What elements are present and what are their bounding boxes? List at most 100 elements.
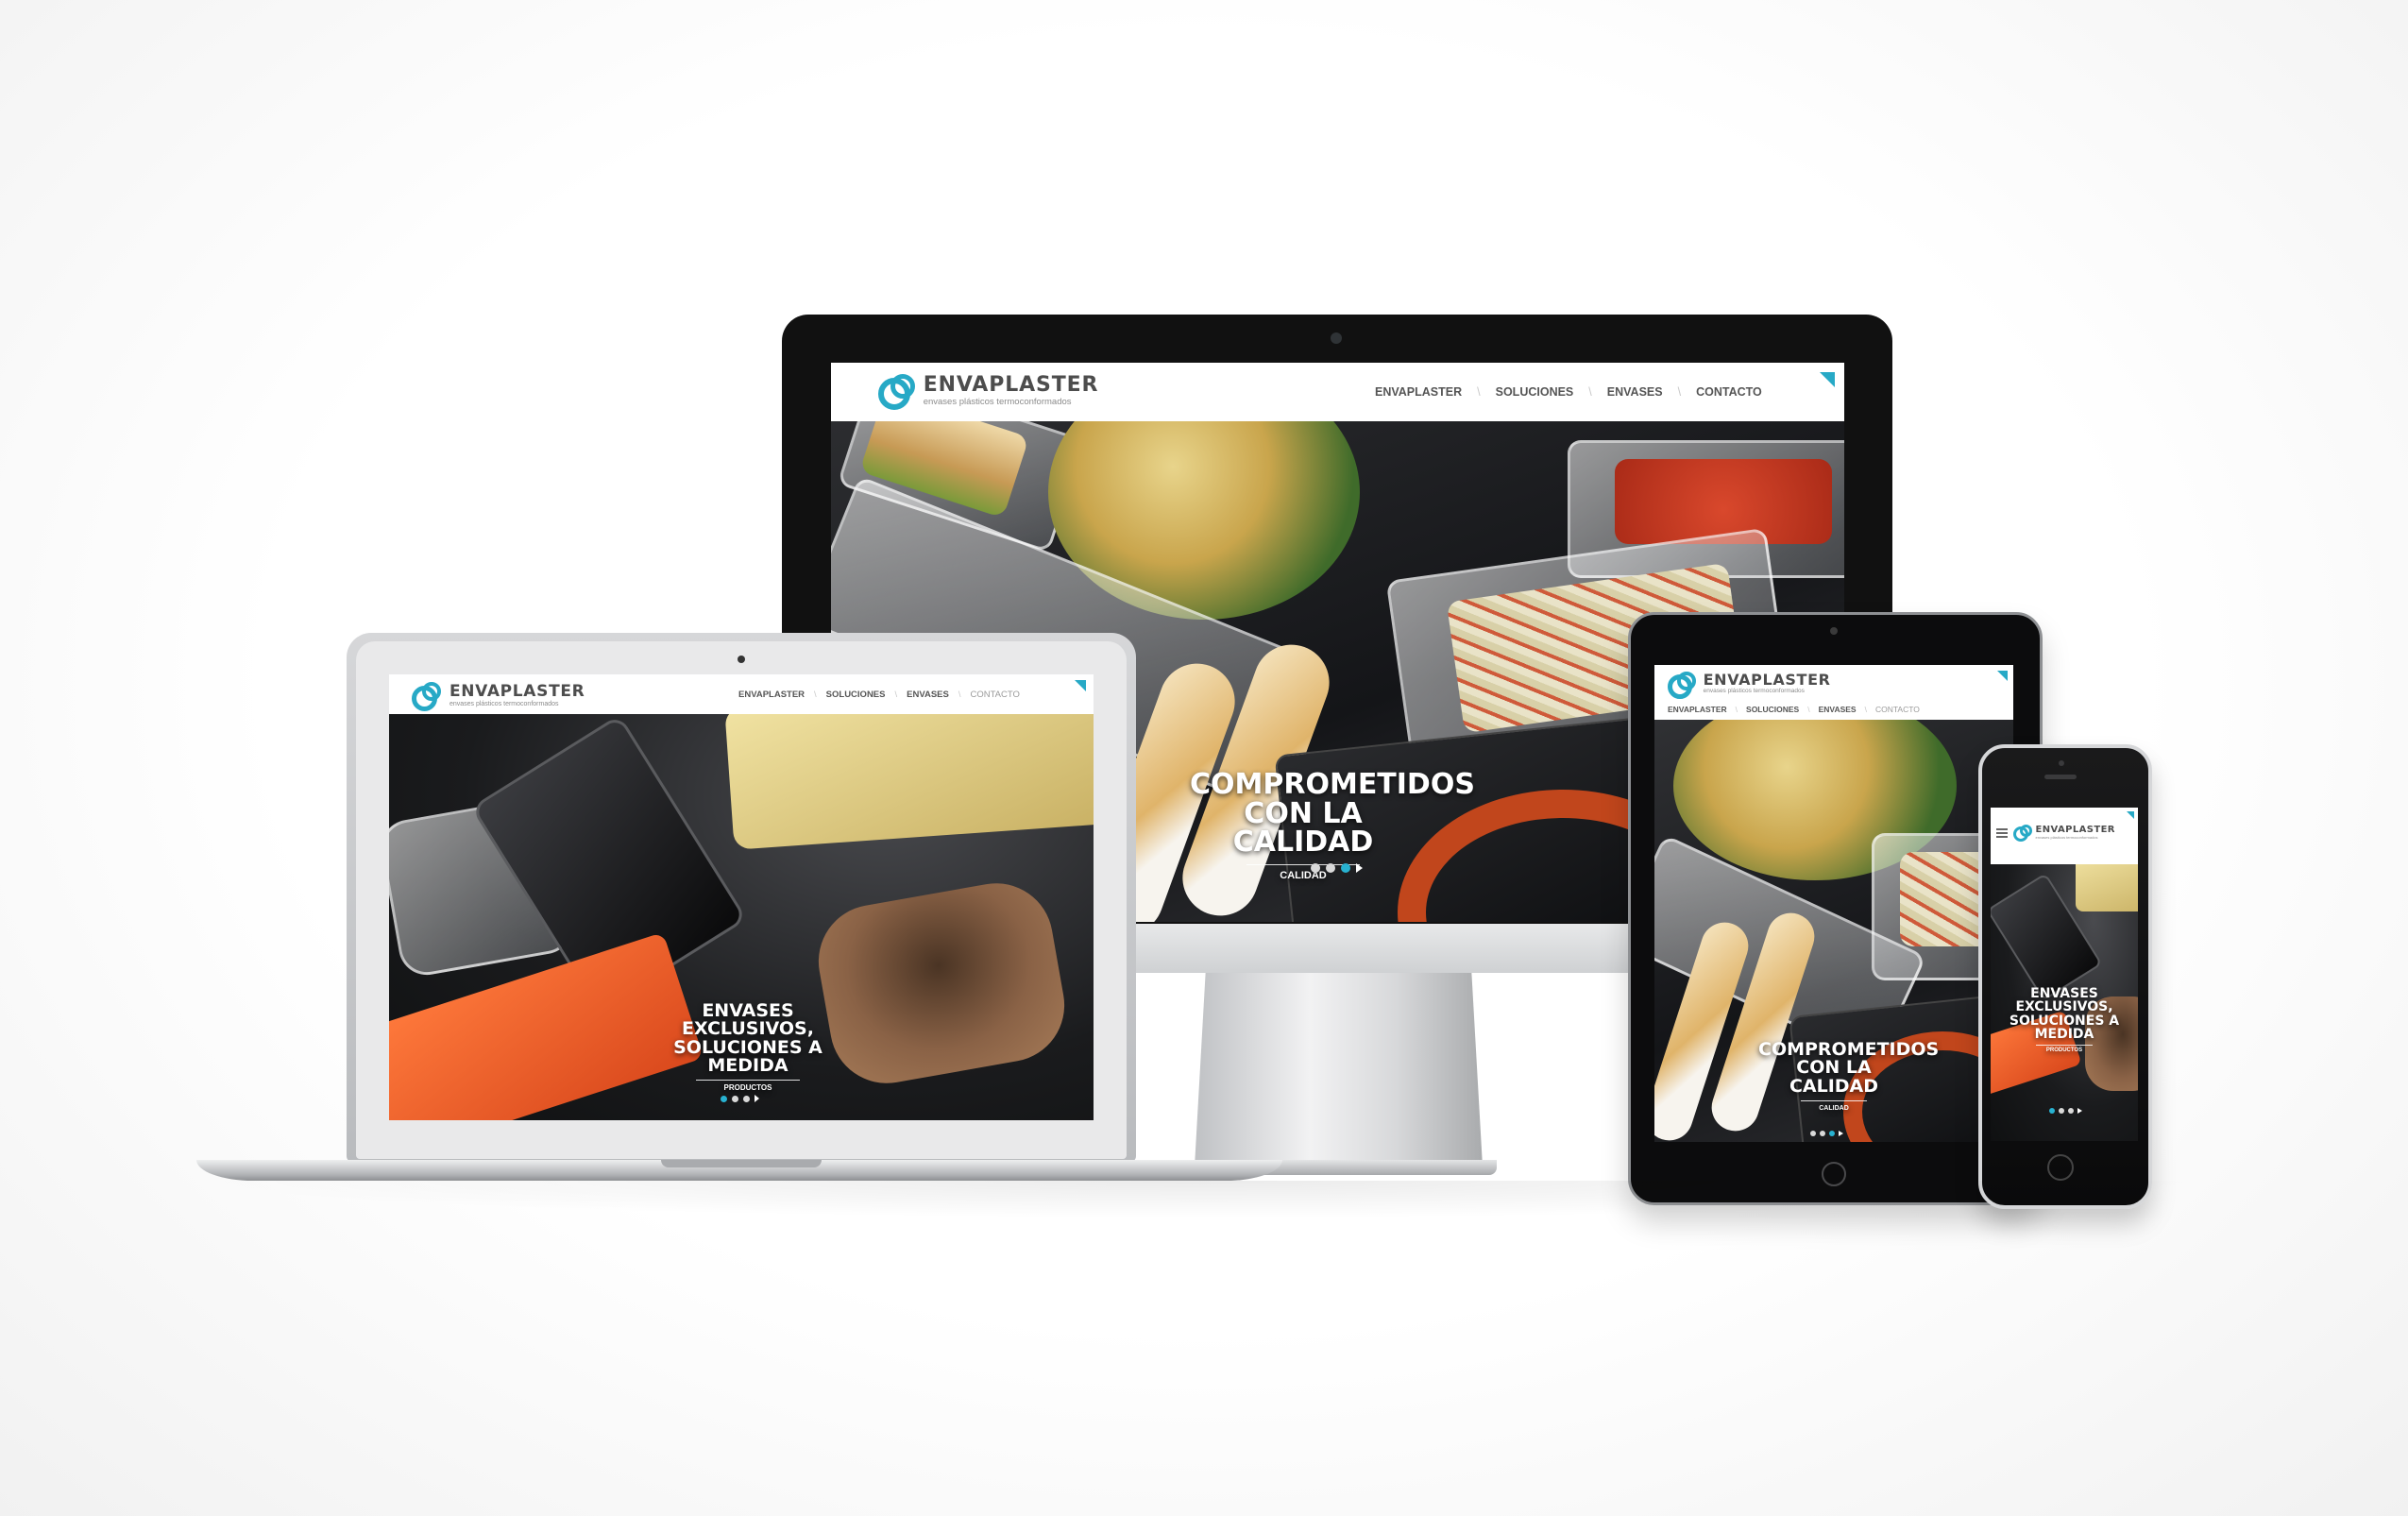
floor-shadow bbox=[189, 1181, 2219, 1218]
slider-dot[interactable] bbox=[732, 1095, 738, 1102]
caption-line-1: ENVASES EXCLUSIVOS, bbox=[2015, 986, 2113, 1015]
nav-item-contacto[interactable]: CONTACTO bbox=[1875, 705, 1920, 714]
logo-tagline: envases plásticos termoconformados bbox=[449, 700, 559, 707]
camera-icon bbox=[2059, 760, 2064, 766]
cp-monogram-icon bbox=[2013, 825, 2032, 842]
hero-slider: COMPROMETIDOS CON LA CALIDAD CALIDAD bbox=[1654, 720, 2013, 1142]
laptop-screen: ENVAPLASTER envases plásticos termoconfo… bbox=[389, 674, 1094, 1120]
nav-item-soluciones[interactable]: SOLUCIONES bbox=[826, 690, 886, 700]
caption-line-2: SOLUCIONES A MEDIDA bbox=[2009, 1013, 2120, 1042]
caption-link[interactable]: CALIDAD bbox=[1758, 1105, 1909, 1112]
nav-separator: \ bbox=[1807, 705, 1810, 714]
phone-speaker bbox=[2044, 775, 2077, 779]
nav-separator: \ bbox=[1477, 385, 1481, 399]
logo[interactable]: ENVAPLASTER envases plásticos termoconfo… bbox=[878, 373, 1099, 410]
nav-item-envaplaster[interactable]: ENVAPLASTER bbox=[1668, 705, 1727, 714]
slider-dots bbox=[1311, 863, 1363, 873]
slider-dots bbox=[1810, 1131, 1843, 1136]
hamburger-menu-icon[interactable] bbox=[1996, 828, 2008, 838]
caption-link[interactable]: PRODUCTOS bbox=[1994, 1048, 2134, 1053]
site-header: ENVAPLASTER envases plásticos termoconfo… bbox=[389, 674, 1094, 714]
logo-name: ENVAPLASTER bbox=[923, 373, 1099, 398]
main-nav: ENVAPLASTER \ SOLUCIONES \ ENVASES \ CON… bbox=[738, 690, 1020, 700]
monitor-stand-neck bbox=[1195, 963, 1483, 1167]
yellow-tray bbox=[2076, 864, 2138, 911]
site-header: ENVAPLASTER envases plásticos termoconfo… bbox=[831, 363, 1844, 421]
slider-dot[interactable] bbox=[1820, 1131, 1825, 1136]
corner-ribbon-icon bbox=[1075, 680, 1086, 691]
slider-dot-active[interactable] bbox=[2049, 1108, 2055, 1114]
hero-slider: ENVASES EXCLUSIVOS, SOLUCIONES A MEDIDA … bbox=[389, 714, 1094, 1120]
slider-dots bbox=[2049, 1108, 2082, 1114]
slider-dot[interactable] bbox=[1311, 863, 1320, 873]
caption-line-1: ENVASES EXCLUSIVOS, bbox=[682, 1000, 814, 1040]
slider-dot[interactable] bbox=[2059, 1108, 2064, 1114]
caption-line-2: CON LA CALIDAD bbox=[1789, 1057, 1879, 1097]
play-arrow-icon[interactable] bbox=[755, 1095, 759, 1102]
nav-item-envaplaster[interactable]: ENVAPLASTER bbox=[1375, 385, 1462, 399]
corner-ribbon-icon bbox=[1997, 671, 2008, 681]
camera-icon bbox=[1830, 627, 1838, 635]
slider-dot-active[interactable] bbox=[1341, 863, 1350, 873]
hero-caption: COMPROMETIDOS CON LA CALIDAD CALIDAD bbox=[1190, 770, 1475, 882]
nav-item-soluciones[interactable]: SOLUCIONES bbox=[1746, 705, 1799, 714]
nav-separator: \ bbox=[1677, 385, 1682, 399]
yellow-tray bbox=[724, 714, 1094, 850]
logo-name: ENVAPLASTER bbox=[449, 681, 585, 701]
site-header: ENVAPLASTER envases plásticos termoconfo… bbox=[1991, 808, 2138, 864]
play-arrow-icon[interactable] bbox=[1839, 1131, 1843, 1136]
slider-dot[interactable] bbox=[1810, 1131, 1816, 1136]
slider-dot-active[interactable] bbox=[1829, 1131, 1835, 1136]
logo[interactable]: ENVAPLASTER envases plásticos termoconfo… bbox=[412, 681, 585, 711]
cp-monogram-icon bbox=[878, 374, 916, 410]
nav-item-envaplaster[interactable]: ENVAPLASTER bbox=[738, 690, 805, 700]
home-button-icon[interactable] bbox=[2047, 1154, 2074, 1181]
play-arrow-icon[interactable] bbox=[2077, 1108, 2082, 1114]
slider-dot[interactable] bbox=[2068, 1108, 2074, 1114]
logo-tagline: envases plásticos termoconformados bbox=[923, 397, 1072, 408]
caption-line-2: CON LA CALIDAD bbox=[1232, 796, 1374, 860]
cp-monogram-icon bbox=[1668, 672, 1698, 699]
camera-icon bbox=[1331, 332, 1342, 344]
nav-separator: \ bbox=[958, 690, 961, 700]
hero-slider: ENVASES EXCLUSIVOS, SOLUCIONES A MEDIDA … bbox=[1991, 864, 2138, 1141]
slider-dot[interactable] bbox=[743, 1095, 750, 1102]
hero-caption: ENVASES EXCLUSIVOS, SOLUCIONES A MEDIDA … bbox=[1994, 986, 2134, 1054]
cp-monogram-icon bbox=[412, 682, 444, 711]
corner-ribbon-icon bbox=[1820, 372, 1835, 387]
slider-dot-active[interactable] bbox=[721, 1095, 727, 1102]
nav-separator: \ bbox=[1864, 705, 1867, 714]
nav-separator: \ bbox=[814, 690, 817, 700]
site-header: ENVAPLASTER envases plásticos termoconfo… bbox=[1654, 665, 2013, 720]
nav-separator: \ bbox=[1588, 385, 1592, 399]
main-nav: ENVAPLASTER \ SOLUCIONES \ ENVASES \ CON… bbox=[1668, 705, 1920, 714]
nav-item-contacto[interactable]: CONTACTO bbox=[1696, 385, 1762, 399]
phone-screen: ENVAPLASTER envases plásticos termoconfo… bbox=[1991, 808, 2138, 1141]
logo-name: ENVAPLASTER bbox=[1703, 671, 1831, 690]
slider-dots bbox=[721, 1095, 759, 1102]
nav-item-contacto[interactable]: CONTACTO bbox=[970, 690, 1019, 700]
caption-link[interactable]: PRODUCTOS bbox=[635, 1083, 861, 1092]
slider-dot[interactable] bbox=[1326, 863, 1335, 873]
logo-tagline: envases plásticos termoconformados bbox=[2035, 835, 2098, 840]
caption-link[interactable]: CALIDAD bbox=[1190, 871, 1416, 881]
main-nav: ENVAPLASTER \ SOLUCIONES \ ENVASES \ CON… bbox=[1375, 385, 1762, 399]
hero-caption: COMPROMETIDOS CON LA CALIDAD CALIDAD bbox=[1758, 1040, 1939, 1112]
logo[interactable]: ENVAPLASTER envases plásticos termoconfo… bbox=[2013, 825, 2115, 842]
camera-icon bbox=[738, 656, 745, 663]
nav-item-soluciones[interactable]: SOLUCIONES bbox=[1496, 385, 1574, 399]
nav-separator: \ bbox=[1735, 705, 1738, 714]
corner-ribbon-icon bbox=[2127, 811, 2134, 819]
nav-item-envases[interactable]: ENVASES bbox=[907, 690, 949, 700]
logo-name: ENVAPLASTER bbox=[2035, 825, 2115, 835]
peppers bbox=[1615, 459, 1832, 544]
nav-item-envases[interactable]: ENVASES bbox=[1819, 705, 1857, 714]
logo[interactable]: ENVAPLASTER envases plásticos termoconfo… bbox=[1668, 671, 1831, 699]
caption-line-2: SOLUCIONES A MEDIDA bbox=[673, 1036, 822, 1077]
play-arrow-icon[interactable] bbox=[1356, 863, 1363, 873]
logo-tagline: envases plásticos termoconformados bbox=[1703, 688, 1805, 695]
hero-caption: ENVASES EXCLUSIVOS, SOLUCIONES A MEDIDA … bbox=[635, 1000, 861, 1092]
tablet-screen: ENVAPLASTER envases plásticos termoconfo… bbox=[1654, 665, 2013, 1142]
nav-separator: \ bbox=[894, 690, 898, 700]
nav-item-envases[interactable]: ENVASES bbox=[1607, 385, 1663, 399]
